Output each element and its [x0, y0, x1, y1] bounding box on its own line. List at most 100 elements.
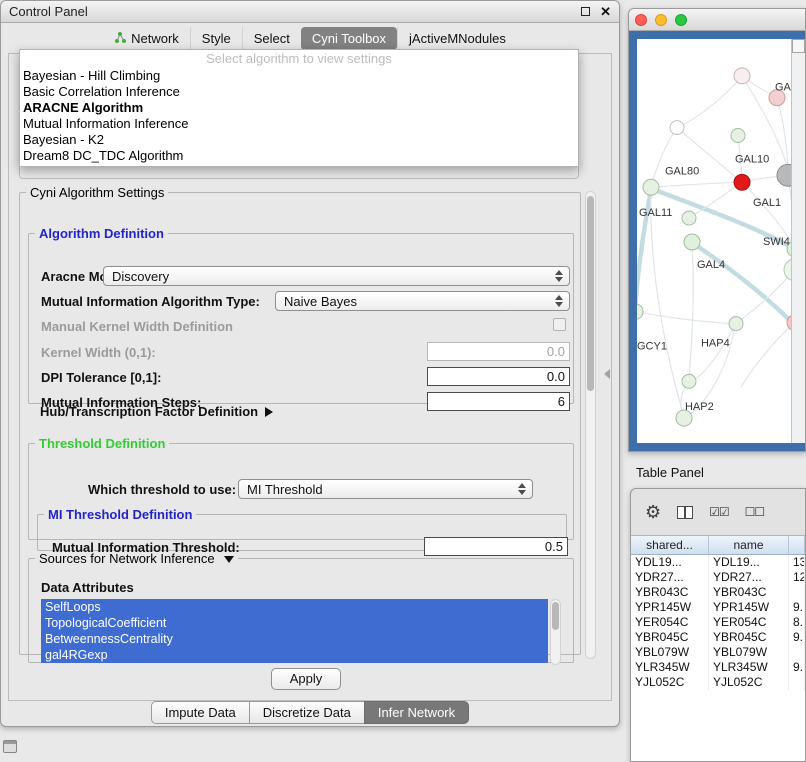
- table-header-row: shared... name: [631, 536, 805, 555]
- dropdown-hint: Select algorithm to view settings: [20, 50, 578, 68]
- aracne-mode-select[interactable]: Discovery: [103, 266, 570, 286]
- node-label: SWI4: [763, 236, 790, 248]
- algorithm-definition-title: Algorithm Definition: [35, 226, 168, 241]
- algorithm-option[interactable]: Bayesian - K2: [20, 132, 578, 148]
- network-scrollbar[interactable]: [791, 39, 805, 443]
- data-attributes-list: SelfLoops TopologicalCoefficient Between…: [41, 599, 548, 665]
- kernel-width-input: 0.0: [427, 342, 570, 361]
- network-node[interactable]: [731, 129, 745, 143]
- tab-infer-network[interactable]: Infer Network: [364, 701, 469, 724]
- table-row[interactable]: YDR27...YDR27...12: [631, 570, 805, 585]
- mi-steps-input[interactable]: 6: [427, 392, 570, 411]
- network-node[interactable]: [670, 121, 684, 135]
- table-row[interactable]: YBR045CYBR045C9.: [631, 630, 805, 645]
- panel-collapse-handle[interactable]: [604, 369, 610, 379]
- network-window-titlebar[interactable]: [629, 9, 805, 31]
- node-label: HAP4: [701, 338, 730, 350]
- algorithm-option[interactable]: Bayesian - Hill Climbing: [20, 68, 578, 84]
- tab-discretize-data[interactable]: Discretize Data: [249, 701, 365, 724]
- tab-jactivemnodules[interactable]: jActiveMNodules: [397, 27, 517, 50]
- tab-cyni-toolbox[interactable]: Cyni Toolbox: [301, 27, 397, 50]
- network-node[interactable]: [637, 304, 643, 320]
- close-panel-icon[interactable]: ✕: [600, 5, 611, 18]
- table-row[interactable]: YJL052CYJL052C: [631, 675, 805, 690]
- scrollbar-button[interactable]: [792, 39, 805, 53]
- attribute-item[interactable]: SelfLoops: [41, 599, 548, 615]
- threshold-definition-group: Threshold Definition Which threshold to …: [28, 436, 574, 540]
- attribute-item[interactable]: gal4RGexp: [41, 647, 548, 663]
- network-node[interactable]: [684, 234, 700, 250]
- algorithm-combobox-partial[interactable]: [19, 167, 579, 179]
- table-row[interactable]: YER054CYER054C8.: [631, 615, 805, 630]
- column-header-extra[interactable]: [789, 536, 805, 554]
- manual-kernel-label: Manual Kernel Width Definition: [41, 319, 233, 334]
- close-window-icon[interactable]: [635, 14, 647, 26]
- apply-button[interactable]: Apply: [271, 668, 341, 690]
- node-label: GAL80: [665, 165, 699, 177]
- sources-toggle[interactable]: Sources for Network Inference: [35, 551, 238, 566]
- network-tab-icon: [114, 32, 126, 44]
- spinner-arrows-icon: [555, 270, 563, 282]
- algorithm-option[interactable]: Mutual Information Inference: [20, 116, 578, 132]
- network-node[interactable]: [682, 374, 696, 388]
- column-header-shared-name[interactable]: shared...: [631, 536, 709, 554]
- control-panel-tabs: Network Style Select Cyni Toolbox jActiv…: [1, 25, 619, 51]
- mi-type-label: Mutual Information Algorithm Type:: [41, 294, 260, 309]
- node-label: GAL4: [697, 259, 725, 271]
- tab-style[interactable]: Style: [190, 27, 242, 50]
- table-toolbar: ⚙ ☑☑ ☐☐: [645, 495, 764, 529]
- spinner-arrows-icon: [518, 483, 526, 495]
- network-node[interactable]: [734, 68, 750, 84]
- float-panel-icon[interactable]: [581, 7, 590, 16]
- zoom-window-icon[interactable]: [675, 14, 687, 26]
- network-view-frame: GALGAL80GAL10GAL11GAL1SWI4GAL4GCY1HAP4HA…: [629, 31, 805, 451]
- network-node[interactable]: [729, 317, 743, 331]
- settings-group-title: Cyni Algorithm Settings: [26, 185, 168, 200]
- attributes-scrollbar[interactable]: [550, 599, 561, 665]
- mi-type-select[interactable]: Naive Bayes: [275, 291, 570, 311]
- network-node[interactable]: [682, 211, 696, 225]
- network-node[interactable]: [734, 174, 750, 190]
- cytopanel-dock-icon[interactable]: [3, 740, 17, 753]
- network-view-window: GALGAL80GAL10GAL11GAL1SWI4GAL4GCY1HAP4HA…: [628, 8, 806, 452]
- node-label: GCY1: [637, 340, 667, 352]
- spinner-arrows-icon: [555, 295, 563, 307]
- network-canvas[interactable]: GALGAL80GAL10GAL11GAL1SWI4GAL4GCY1HAP4HA…: [637, 39, 793, 443]
- table-row[interactable]: YBL079WYBL079W: [631, 645, 805, 660]
- network-node[interactable]: [643, 179, 659, 195]
- table-row[interactable]: YLR345WYLR345W9.: [631, 660, 805, 675]
- tab-select[interactable]: Select: [242, 27, 301, 50]
- gear-icon[interactable]: ⚙: [645, 503, 661, 521]
- select-columns-icon[interactable]: [677, 506, 693, 519]
- cyni-algorithm-settings-group: Cyni Algorithm Settings Algorithm Defini…: [19, 185, 581, 655]
- data-attributes-label: Data Attributes: [41, 580, 134, 595]
- select-all-icon[interactable]: ☑☑: [709, 505, 729, 519]
- tab-impute-data[interactable]: Impute Data: [151, 701, 250, 724]
- algorithm-dropdown-popup: Select algorithm to view settings Bayesi…: [19, 49, 579, 167]
- which-threshold-label: Which threshold to use:: [88, 482, 236, 497]
- algorithm-option[interactable]: Dream8 DC_TDC Algorithm: [20, 148, 578, 164]
- settings-scrollbar[interactable]: [585, 191, 596, 659]
- algorithm-option-selected[interactable]: ARACNE Algorithm: [20, 100, 578, 116]
- mi-threshold-group: MI Threshold Definition Mutual Informati…: [37, 507, 567, 551]
- which-threshold-select[interactable]: MI Threshold: [238, 479, 533, 499]
- attribute-item[interactable]: BetweennessCentrality: [41, 631, 548, 647]
- node-label: GAL10: [735, 153, 769, 165]
- dpi-tolerance-input[interactable]: 0.0: [427, 367, 570, 386]
- desktop: { "control_panel": { "title": "Control P…: [0, 0, 806, 762]
- tab-network[interactable]: Network: [103, 27, 190, 50]
- node-table: shared... name YDL19...YDL19...13 YDR27.…: [631, 535, 805, 761]
- deselect-all-icon[interactable]: ☐☐: [745, 505, 765, 519]
- table-row[interactable]: YPR145WYPR145W9.: [631, 600, 805, 615]
- table-row[interactable]: YDL19...YDL19...13: [631, 555, 805, 570]
- table-panel-window: ⚙ ☑☑ ☐☐ shared... name YDL19...YDL19...1…: [630, 488, 806, 762]
- control-panel-window: Control Panel ✕ Network Style Select Cyn…: [0, 0, 620, 727]
- column-header-name[interactable]: name: [709, 536, 789, 554]
- attribute-item[interactable]: TopologicalCoefficient: [41, 615, 548, 631]
- mi-threshold-group-title: MI Threshold Definition: [44, 507, 196, 522]
- control-panel-titlebar[interactable]: Control Panel ✕: [1, 1, 619, 23]
- algorithm-option[interactable]: Basic Correlation Inference: [20, 84, 578, 100]
- minimize-window-icon[interactable]: [655, 14, 667, 26]
- table-row[interactable]: YBR043CYBR043C: [631, 585, 805, 600]
- hub-definition-toggle[interactable]: Hub/Transcription Factor Definition: [40, 404, 273, 419]
